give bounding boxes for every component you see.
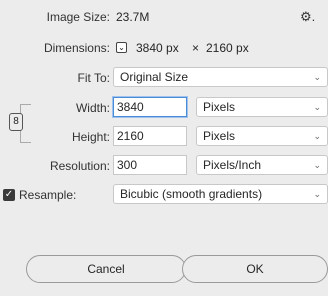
resample-checkbox[interactable]: ✓ (3, 189, 15, 201)
width-label: Width: (75, 101, 110, 115)
fit-to-value: Original Size (120, 70, 189, 84)
image-size-row: Image Size: 23.7M ⚙. (0, 6, 328, 28)
cancel-button[interactable]: Cancel (26, 255, 186, 283)
height-row: Height: 2160 Pixels ⌄ (0, 126, 328, 148)
chevron-down-icon: ⌄ (313, 72, 321, 82)
gear-menu-arrow: . (311, 9, 316, 24)
width-unit-value: Pixels (203, 100, 236, 114)
fit-to-row: Fit To: Original Size ⌄ (0, 67, 328, 89)
dimensions-label: Dimensions: (43, 41, 110, 55)
resample-method-select[interactable]: Bicubic (smooth gradients) ⌄ (113, 184, 328, 204)
width-unit-select[interactable]: Pixels ⌄ (196, 97, 328, 117)
fit-to-label: Fit To: (77, 71, 110, 85)
checkmark-icon: ✓ (4, 189, 14, 200)
height-unit-value: Pixels (203, 129, 236, 143)
height-unit-select[interactable]: Pixels ⌄ (196, 126, 328, 146)
width-input[interactable]: 3840 (113, 97, 187, 117)
resolution-label: Resolution: (49, 159, 110, 173)
chevron-down-icon: ⌄ (313, 102, 321, 112)
gear-menu-button[interactable]: ⚙. (300, 6, 315, 28)
resolution-unit-select[interactable]: Pixels/Inch ⌄ (196, 155, 328, 175)
height-input[interactable]: 2160 (113, 126, 187, 146)
dimensions-height-value: 2160 px (206, 41, 249, 55)
fit-to-select[interactable]: Original Size ⌄ (113, 67, 328, 87)
image-size-label: Image Size: (46, 10, 110, 24)
image-size-value: 23.7M (116, 10, 150, 24)
chevron-down-icon: ⌄ (313, 160, 321, 170)
dimensions-times: × (192, 41, 200, 55)
dimensions-dropdown-toggle[interactable]: ⌄ (116, 42, 127, 53)
resample-method-value: Bicubic (smooth gradients) (120, 187, 263, 201)
resolution-row: Resolution: 300 Pixels/Inch ⌄ (0, 155, 328, 177)
chevron-down-icon: ⌄ (118, 43, 125, 52)
width-row: Width: 3840 Pixels ⌄ (0, 97, 328, 119)
resolution-unit-value: Pixels/Inch (203, 158, 262, 172)
resolution-input[interactable]: 300 (113, 155, 187, 175)
chevron-down-icon: ⌄ (313, 131, 321, 141)
height-label: Height: (71, 130, 110, 144)
gear-icon: ⚙ (300, 9, 312, 24)
resample-row: ✓ Resample: Bicubic (smooth gradients) ⌄ (0, 184, 328, 206)
resample-label: Resample: (19, 188, 77, 202)
chevron-down-icon: ⌄ (313, 189, 321, 199)
ok-button[interactable]: OK (182, 255, 328, 283)
dimensions-width-value: 3840 px (136, 41, 179, 55)
dimensions-row: Dimensions: ⌄ 3840 px × 2160 px (0, 37, 328, 59)
